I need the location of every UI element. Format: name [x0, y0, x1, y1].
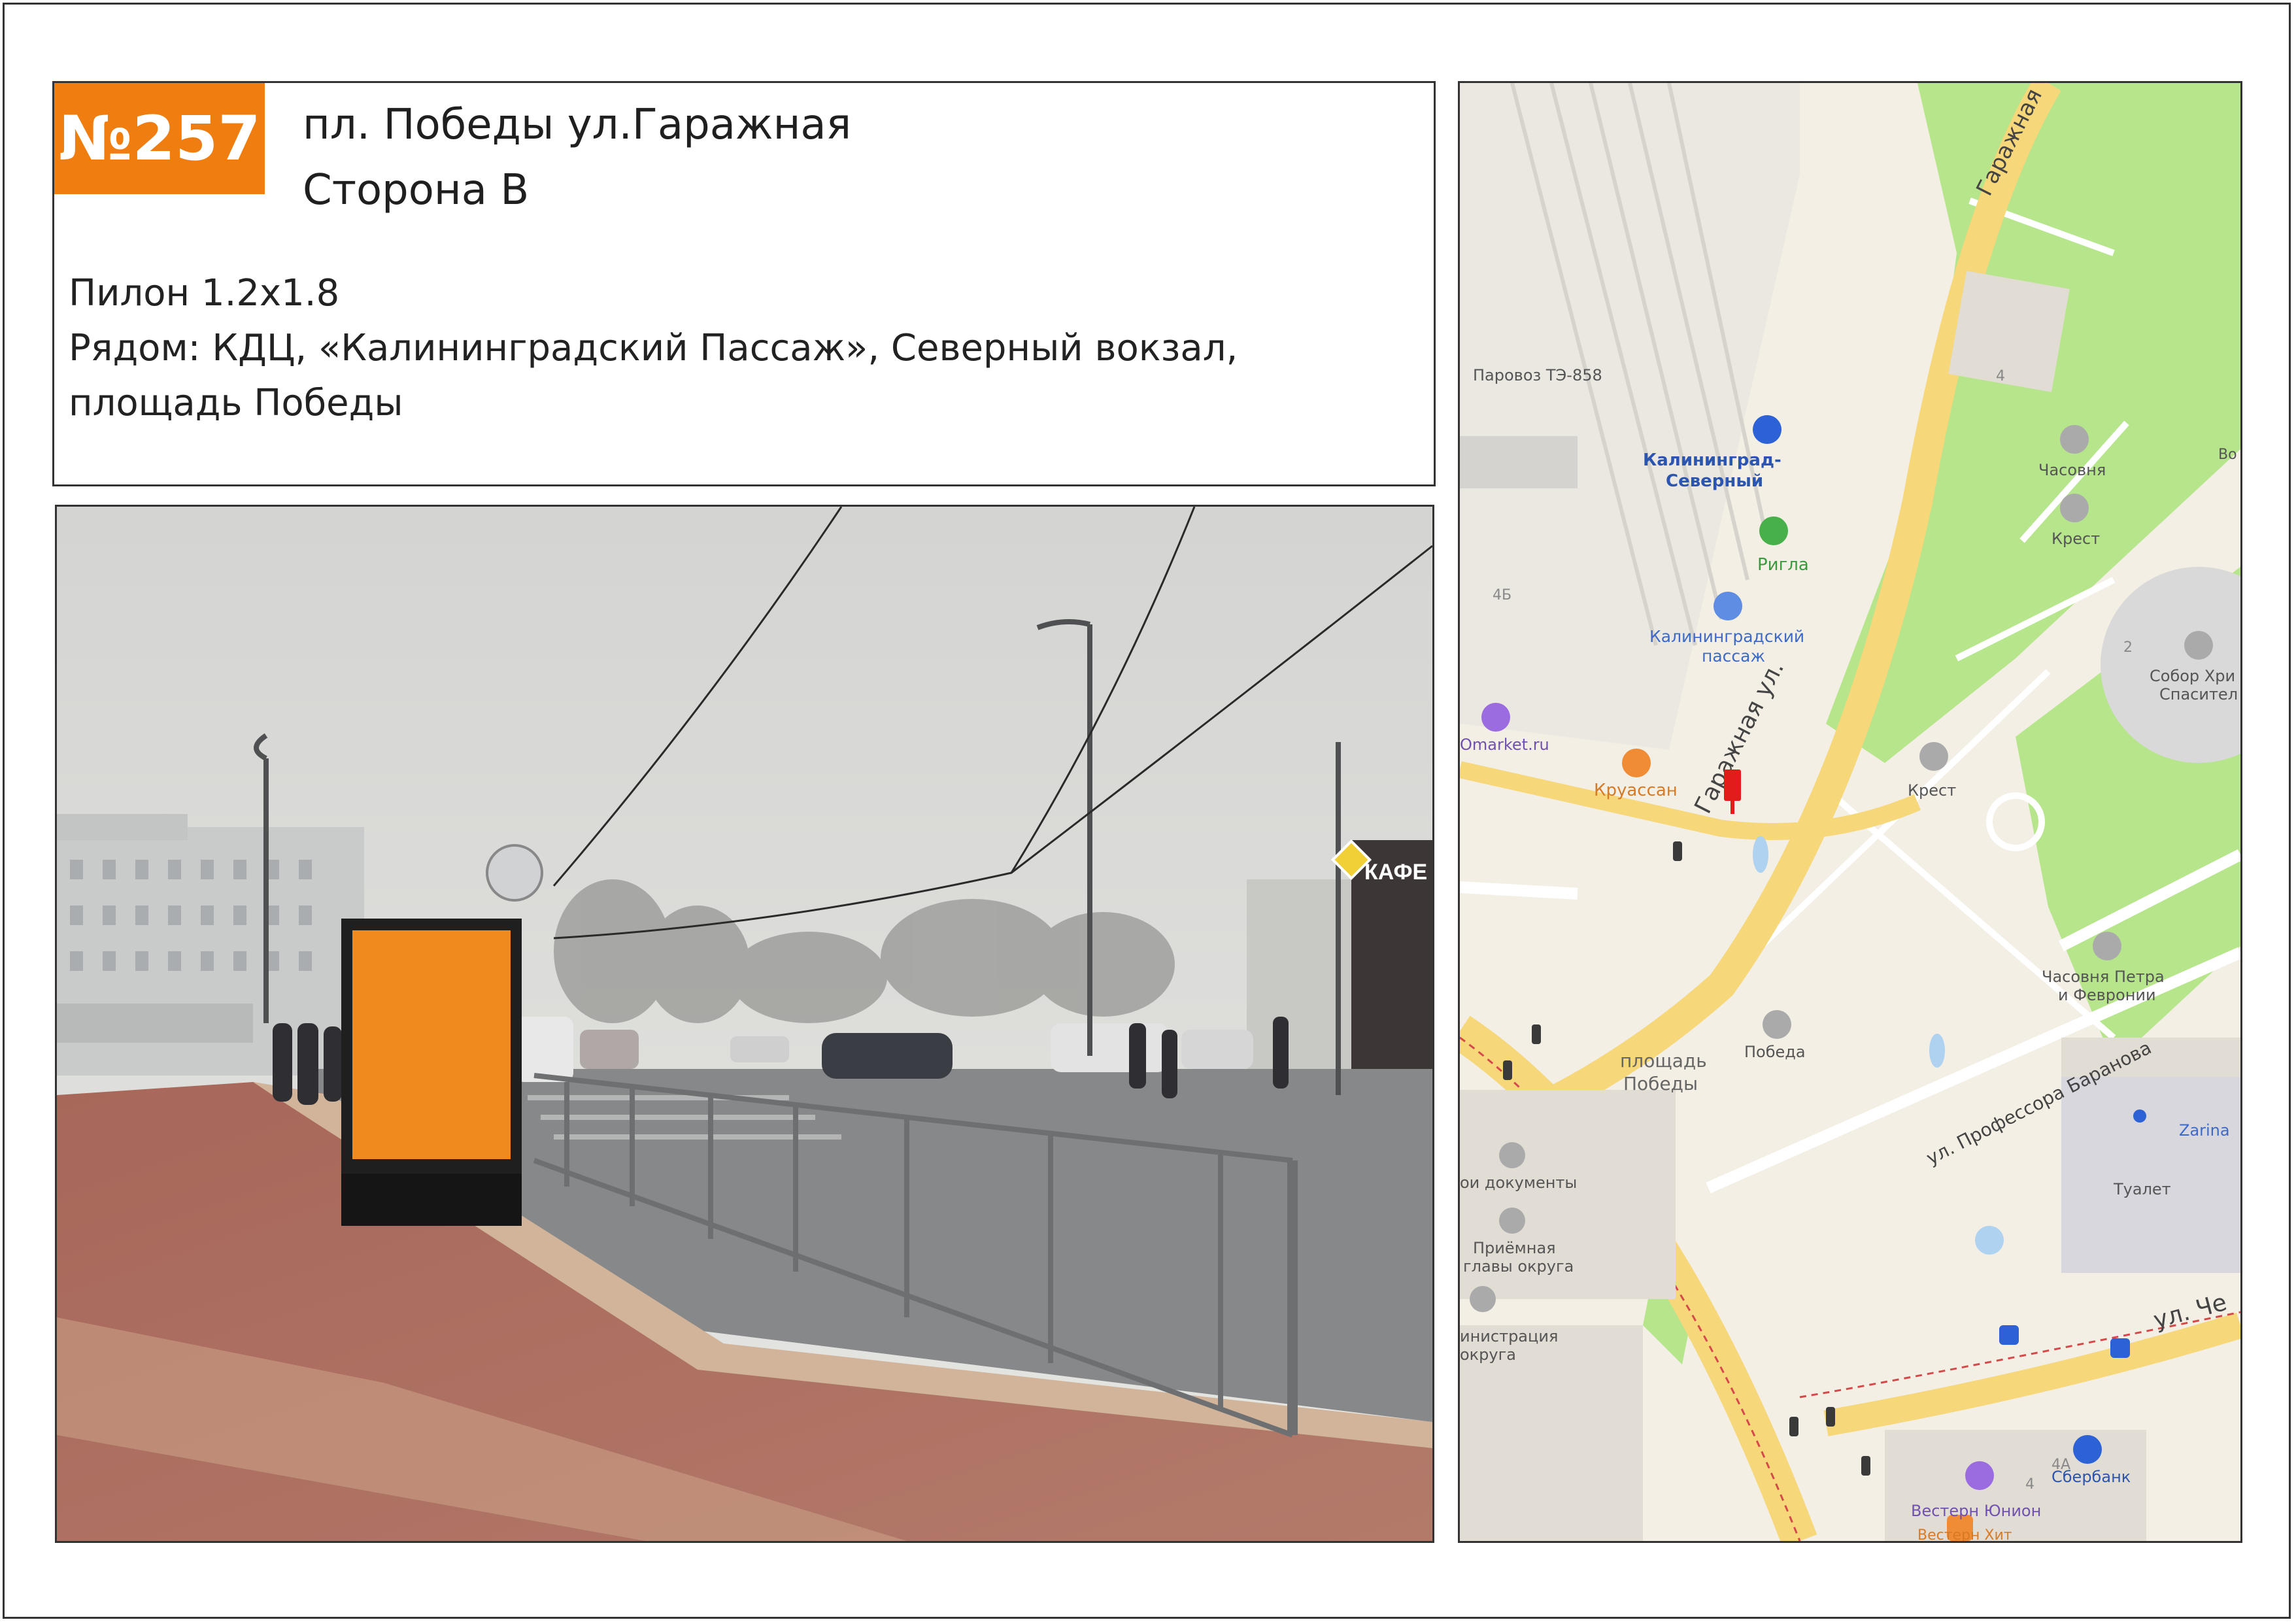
label-kruassan: Круассан	[1594, 781, 1678, 800]
label-station-2: Северный	[1666, 471, 1763, 491]
chapel-pf-icon	[2093, 932, 2121, 960]
number-badge: №257	[54, 83, 265, 194]
label-building-4a: 4А	[2051, 1457, 2070, 1473]
label-documents: ои документы	[1460, 1174, 1577, 1192]
nearby-text: Рядом: КДЦ, «Калининградский Пассаж», Се…	[69, 327, 1238, 369]
label-chapel: Часовня	[2038, 461, 2106, 479]
cross-icon-2	[1919, 742, 1948, 771]
shopping-icon	[1714, 592, 1742, 620]
label-building-2: 2	[2123, 639, 2133, 656]
pylon-billboard	[341, 919, 522, 1226]
western-union-icon	[1965, 1461, 1994, 1490]
info-card: №257 пл. Победы ул.Гаражная Сторона В Пи…	[52, 81, 1436, 486]
card-title: пл. Победы ул.Гаражная Сторона В	[303, 92, 851, 223]
pond-small	[1929, 1034, 1945, 1068]
monument-icon	[1763, 1010, 1791, 1039]
bus-stop-icon-2	[2110, 1338, 2130, 1358]
label-cross-2: Крест	[1908, 781, 1956, 800]
pharmacy-icon	[1759, 516, 1788, 545]
label-cathedral-2: Спасител	[2159, 685, 2238, 703]
label-building-4c: 4	[2025, 1476, 2034, 1493]
map-illustration: Паровоз ТЭ-858 Калининград- Северный Риг…	[1460, 83, 2240, 1541]
title-address: пл. Победы ул.Гаражная	[303, 101, 852, 149]
sberbank-icon	[2073, 1435, 2102, 1464]
nearby-text-cont: площадь Победы	[69, 382, 403, 424]
pond	[1753, 836, 1768, 873]
zarina-dot-icon	[2133, 1109, 2146, 1123]
shop-icon	[1481, 703, 1510, 732]
label-omarket: Omarket.ru	[1460, 736, 1549, 754]
label-vestern-hit: Вестерн Хит	[1917, 1527, 2012, 1541]
label-building-4b: 4Б	[1493, 587, 1511, 603]
label-pobeda: Победа	[1744, 1043, 1806, 1061]
label-cathedral: Собор Хри	[2150, 667, 2235, 685]
documents-icon	[1499, 1142, 1525, 1168]
chapel-icon	[2060, 425, 2089, 454]
label-square: площадь	[1620, 1050, 1707, 1072]
label-chapel-pf: Часовня Петра	[2042, 968, 2165, 986]
label-square-2: Победы	[1623, 1073, 1698, 1094]
label-chapel-pf-2: и Февронии	[2058, 986, 2156, 1004]
label-zarina: Zarina	[2179, 1121, 2230, 1140]
label-building-4: 4	[1996, 368, 2005, 384]
administration-icon	[1470, 1286, 1496, 1312]
cafe-icon	[1622, 749, 1651, 777]
label-administration-2: округа	[1460, 1345, 1516, 1364]
label-passage: Калининградский	[1649, 627, 1804, 646]
card-details: Пилон 1.2x1.8 Рядом: КДЦ, «Калининградск…	[69, 266, 1238, 431]
billboard-face	[352, 930, 511, 1159]
road-sign	[486, 844, 543, 902]
cathedral-icon	[2184, 631, 2213, 660]
label-locomotive: Паровоз ТЭ-858	[1473, 366, 1602, 384]
cafe-sign: КАФЕ	[1364, 860, 1427, 885]
bus-stop-icon	[1999, 1325, 2019, 1345]
title-side: Сторона В	[303, 166, 530, 214]
label-passage-2: пассаж	[1702, 647, 1765, 666]
street-photo: КАФЕ	[55, 505, 1434, 1543]
train-station-icon	[1753, 415, 1781, 444]
shopping-block	[2061, 1077, 2240, 1273]
label-reception: Приёмная	[1473, 1239, 1556, 1257]
cross-icon	[2060, 494, 2089, 522]
reception-icon	[1499, 1208, 1525, 1234]
label-rigla: Ригла	[1757, 555, 1809, 575]
label-reception-2: главы округа	[1463, 1257, 1574, 1276]
label-cross: Крест	[2051, 530, 2100, 548]
fountain	[1975, 1226, 2004, 1255]
label-vo: Во	[2218, 447, 2237, 463]
label-administration: инистрация	[1460, 1327, 1558, 1345]
label-station: Калининград-	[1643, 450, 1781, 470]
label-toilet: Туалет	[2113, 1180, 2171, 1198]
format-text: Пилон 1.2x1.8	[69, 272, 340, 314]
street-photo-illustration: КАФЕ	[57, 507, 1432, 1541]
location-map: Паровоз ТЭ-858 Калининград- Северный Риг…	[1458, 81, 2242, 1543]
label-western-union: Вестерн Юнион	[1911, 1502, 2041, 1520]
